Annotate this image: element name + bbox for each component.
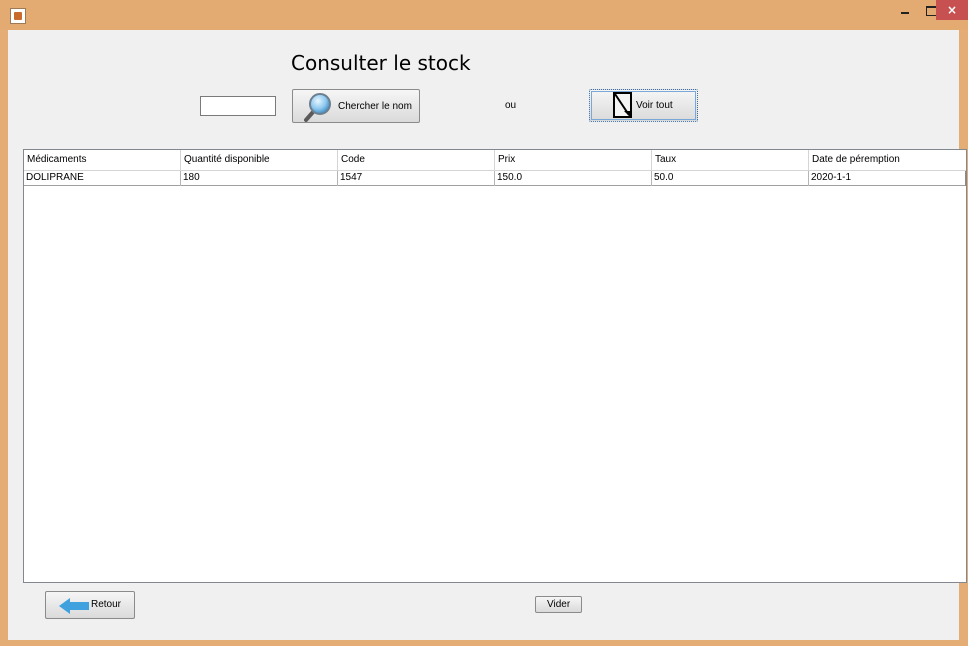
table-row[interactable]: DOLIPRANE 180 1547 150.0 50.0 2020-1-1 (24, 171, 966, 186)
search-by-name-button[interactable]: Chercher le nom (292, 89, 420, 123)
close-button[interactable]: × (936, 0, 968, 20)
search-button-label: Chercher le nom (338, 101, 412, 112)
minimize-button[interactable] (892, 0, 918, 20)
page-title: Consulter le stock (291, 51, 471, 75)
show-all-label: Voir tout (636, 100, 673, 111)
table-cell[interactable]: 180 (181, 171, 338, 186)
stock-table[interactable]: Médicaments Quantité disponible Code Pri… (23, 149, 967, 583)
clear-button[interactable]: Vider (535, 596, 582, 613)
or-separator: ou (505, 100, 517, 111)
table-cell[interactable]: 50.0 (652, 171, 809, 186)
column-header[interactable]: Taux (652, 150, 809, 171)
app-window: × Consulter le stock Chercher le nom ou (0, 0, 968, 646)
search-input[interactable] (200, 96, 276, 116)
close-icon: × (946, 3, 958, 17)
show-all-button[interactable]: Voir tout (589, 89, 698, 122)
table-header: Médicaments Quantité disponible Code Pri… (24, 150, 966, 171)
column-header[interactable]: Médicaments (24, 150, 181, 171)
table-cell[interactable]: 1547 (338, 171, 495, 186)
column-header[interactable]: Code (338, 150, 495, 171)
table-cell[interactable]: 150.0 (495, 171, 652, 186)
back-button[interactable]: Retour (45, 591, 135, 619)
clear-button-label: Vider (547, 599, 571, 610)
table-cell[interactable]: 2020-1-1 (809, 171, 966, 186)
java-app-icon (10, 8, 26, 24)
column-header[interactable]: Quantité disponible (181, 150, 338, 171)
document-icon (613, 92, 632, 118)
arrow-left-icon (59, 598, 89, 614)
column-header[interactable]: Prix (495, 150, 652, 171)
table-cell[interactable]: DOLIPRANE (24, 171, 181, 186)
title-bar[interactable]: × (0, 0, 968, 30)
back-button-label: Retour (91, 599, 122, 610)
main-panel: Consulter le stock Chercher le nom ou Vo… (8, 30, 967, 640)
magnifier-icon (304, 93, 331, 122)
column-header[interactable]: Date de péremption (809, 150, 966, 171)
